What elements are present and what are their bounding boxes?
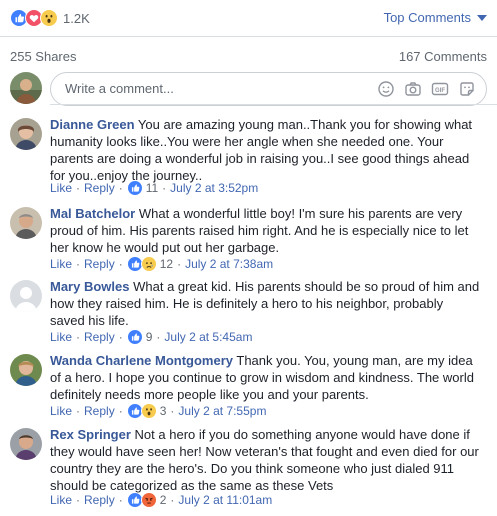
divider — [50, 104, 497, 105]
comment-author[interactable]: Mal Batchelor — [50, 206, 135, 221]
like-link[interactable]: Like — [50, 493, 72, 507]
sort-comments-dropdown[interactable]: Top Comments — [384, 10, 471, 25]
comment-author[interactable]: Dianne Green — [50, 117, 135, 132]
avatar[interactable] — [10, 354, 42, 386]
like-link[interactable]: Like — [50, 404, 72, 418]
avatar[interactable] — [10, 118, 42, 150]
comment-timestamp[interactable]: July 2 at 11:01am — [178, 493, 272, 507]
comment-timestamp[interactable]: July 2 at 3:52pm — [170, 181, 258, 195]
like-link[interactable]: Like — [50, 330, 72, 344]
reaction-count[interactable]: 12 — [160, 257, 173, 271]
comment-input-box[interactable]: GIF — [50, 72, 487, 106]
comment-body: Rex Springer Not a hero if you do someth… — [50, 426, 480, 494]
reaction-count[interactable]: 1.2K — [63, 11, 90, 26]
reaction-count[interactable]: 11 — [146, 181, 158, 195]
reply-link[interactable]: Reply — [84, 257, 115, 271]
like-icon[interactable] — [126, 329, 143, 345]
post-footer-bar: 1.2K Top Comments — [0, 0, 497, 36]
sticker-icon[interactable] — [458, 80, 476, 98]
reaction-count[interactable]: 3 — [160, 404, 167, 418]
comment-body: Wanda Charlene Montgomery Thank you. You… — [50, 352, 480, 403]
comment-author[interactable]: Rex Springer — [50, 427, 131, 442]
comment-timestamp[interactable]: July 2 at 7:55pm — [178, 404, 266, 418]
divider — [0, 36, 497, 37]
comment-author[interactable]: Wanda Charlene Montgomery — [50, 353, 233, 368]
comment-author[interactable]: Mary Bowles — [50, 279, 129, 294]
reply-link[interactable]: Reply — [84, 330, 115, 344]
reply-link[interactable]: Reply — [84, 493, 115, 507]
comment-input[interactable] — [63, 80, 367, 97]
wow-icon — [40, 9, 58, 27]
avatar[interactable] — [10, 72, 42, 104]
camera-icon[interactable] — [404, 80, 422, 98]
comment-body: Dianne Green You are amazing young man..… — [50, 116, 480, 184]
like-link[interactable]: Like — [50, 181, 72, 195]
avatar[interactable] — [10, 280, 42, 312]
shares-link[interactable]: 255 Shares — [10, 49, 77, 64]
avatar[interactable] — [10, 207, 42, 239]
comment-actions: Like · Reply · 9 · July 2 at 5:45am — [50, 329, 253, 345]
chevron-down-icon[interactable] — [477, 15, 487, 21]
comment-actions: Like · Reply · 11 · July 2 at 3:52pm — [50, 180, 259, 196]
sad-icon[interactable] — [140, 256, 157, 272]
angry-icon[interactable] — [140, 492, 157, 508]
like-icon[interactable] — [126, 180, 143, 196]
reply-link[interactable]: Reply — [84, 404, 115, 418]
reaction-summary[interactable]: 1.2K — [10, 9, 90, 27]
comment-actions: Like · Reply · 2 · July 2 at 11:01am — [50, 492, 273, 508]
comments-count-link[interactable]: 167 Comments — [399, 49, 487, 64]
wow-icon[interactable] — [140, 403, 157, 419]
reaction-count[interactable]: 9 — [146, 330, 153, 344]
comment-body: Mal Batchelor What a wonderful little bo… — [50, 205, 480, 256]
comment-timestamp[interactable]: July 2 at 7:38am — [185, 257, 273, 271]
comment-timestamp[interactable]: July 2 at 5:45am — [164, 330, 252, 344]
reaction-count[interactable]: 2 — [160, 493, 167, 507]
comment-composer: GIF — [10, 72, 487, 106]
like-link[interactable]: Like — [50, 257, 72, 271]
gif-icon[interactable]: GIF — [431, 80, 449, 98]
svg-text:GIF: GIF — [435, 88, 445, 94]
emoji-icon[interactable] — [377, 80, 395, 98]
comment-body: Mary Bowles What a great kid. His parent… — [50, 278, 480, 329]
comment-actions: Like · Reply · 3 · July 2 at 7:55pm — [50, 403, 267, 419]
reply-link[interactable]: Reply — [84, 181, 115, 195]
comment-actions: Like · Reply · 12 · July 2 at 7:38am — [50, 256, 274, 272]
avatar[interactable] — [10, 428, 42, 460]
